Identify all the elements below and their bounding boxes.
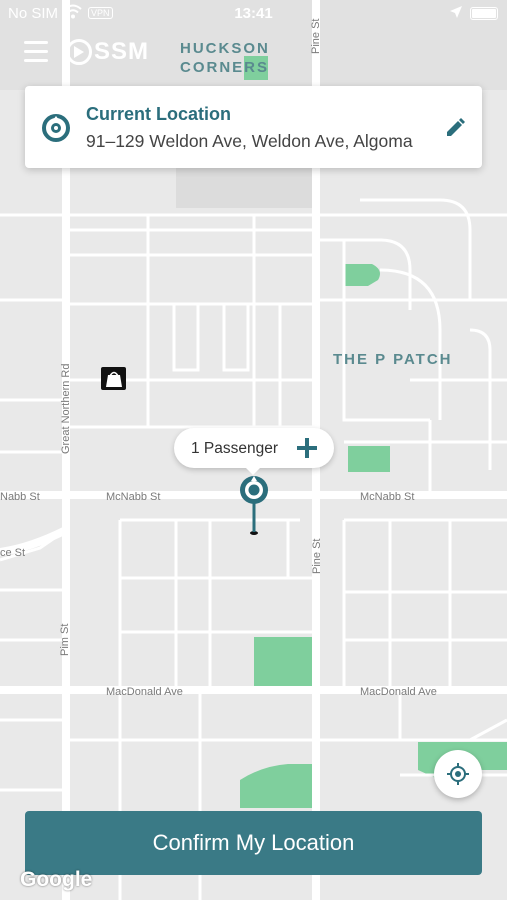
area-label-p-patch: THE P PATCH [333,351,453,368]
ssm-logo: SSM [66,36,149,68]
battery-icon [470,7,498,20]
shopping-bag-icon[interactable] [101,367,126,390]
street-label-ce: ce St [0,547,25,559]
park-area [254,637,314,689]
location-arrow-icon [450,6,462,18]
park-area [348,446,390,472]
street-label-mcnabb-right: McNabb St [360,491,414,503]
passenger-selector[interactable]: 1 Passenger [174,428,334,475]
crosshair-icon [447,763,469,785]
confirm-location-button[interactable]: Confirm My Location [25,811,482,875]
current-location-title: Current Location [86,104,232,124]
street-label-macdonald-left: MacDonald Ave [106,686,183,698]
passenger-count-label: 1 Passenger [191,440,279,457]
area-label-huckson: HUCKSON [180,40,270,57]
logo-text: SSM [94,38,150,65]
street-label-great-northern: Great Northern Rd [60,364,72,454]
status-time: 13:41 [234,5,273,22]
google-attribution: Google [20,868,93,891]
street-label-mcnabb-edge: Nabb St [0,491,40,503]
street-label-mcnabb-left: McNabb St [106,491,160,503]
map-pin-icon[interactable] [236,474,272,538]
edit-pencil-icon[interactable] [444,117,466,139]
logo-arrow-icon [66,39,92,65]
street-label-macdonald-right: MacDonald Ave [360,686,437,698]
current-location-address: 91–129 Weldon Ave, Weldon Ave, Algoma [86,131,413,151]
menu-icon[interactable] [22,40,50,64]
street-label-pine-mid: Pine St [311,539,323,574]
recenter-button[interactable] [434,750,482,798]
area-label-corners: CORNERS [180,59,269,76]
building-block [176,168,312,208]
location-pin-icon [42,114,70,142]
plus-icon[interactable] [296,437,318,459]
street-label-pim: Pim St [59,624,71,656]
current-location-card[interactable]: Current Location 91–129 Weldon Ave, Weld… [25,86,482,168]
status-bar: No SIM VPN 13:41 [0,0,507,28]
